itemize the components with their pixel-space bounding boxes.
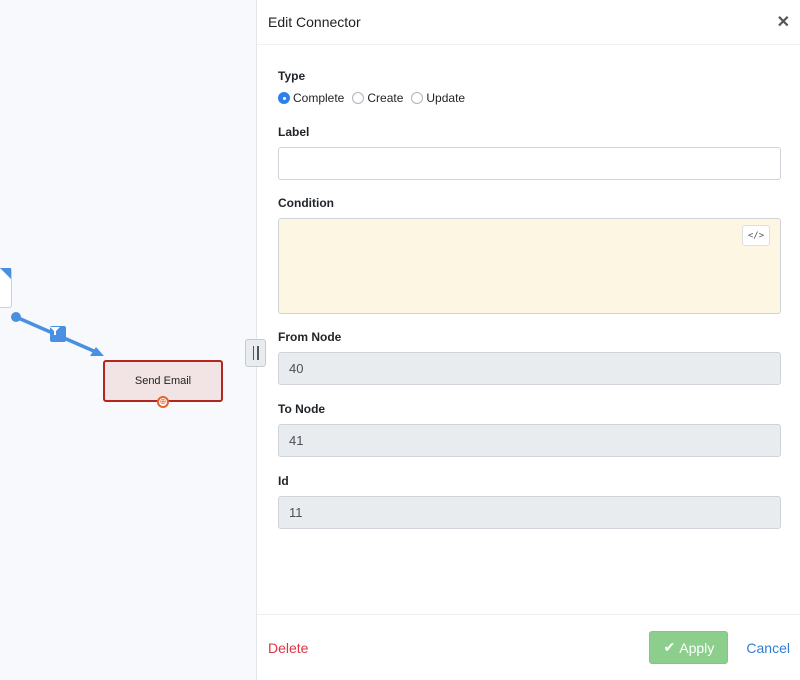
connector-line-svg [11,312,104,356]
boundary-event-icon[interactable]: ⊕ [157,396,169,408]
type-radio-group: Complete Create Update [278,91,780,105]
id-value: 11 [289,505,303,520]
to-node-value: 41 [289,433,304,448]
radio-checked-icon[interactable] [278,92,290,104]
type-radio-create[interactable]: Create [352,91,403,105]
type-radio-update[interactable]: Update [411,91,465,105]
code-icon[interactable]: </> [742,225,770,246]
from-node-label: From Node [278,330,342,344]
type-radio-complete-label: Complete [293,91,345,105]
apply-button[interactable]: ✔ Apply [649,631,729,664]
type-radio-complete[interactable]: Complete [278,91,344,105]
type-radio-create-label: Create [367,91,404,105]
panel-title: Edit Connector [268,14,361,30]
condition-label: Condition [278,196,334,210]
connector-start-point[interactable] [11,312,21,322]
type-label: Type [278,69,306,83]
radio-unchecked-icon[interactable] [411,92,424,104]
from-node-field: 40 [278,352,781,385]
previous-node-marker [0,268,11,279]
to-node-field: 41 [278,424,781,457]
id-label: Id [278,474,289,488]
check-icon: ✔ [663,639,676,655]
cancel-button[interactable]: Cancel [746,640,790,656]
close-icon[interactable]: ✕ [777,12,790,32]
radio-unchecked-icon[interactable] [352,92,365,104]
type-radio-update-label: Update [426,91,466,105]
label-input[interactable] [278,147,781,180]
footer-actions: ✔ Apply Cancel [649,631,790,664]
panel-resize-handle[interactable] [245,339,266,367]
to-node-label: To Node [278,402,326,416]
condition-editor[interactable]: </> [278,218,781,314]
id-field: 11 [278,496,781,529]
task-node-label: Send Email [134,375,192,387]
funnel-icon[interactable] [50,326,66,342]
panel-body: Type Complete Create Update Label Condit… [257,45,800,529]
diagram-canvas[interactable]: Send Email ⊕ [0,0,256,680]
panel-header: Edit Connector ✕ [257,0,800,45]
edit-connector-panel: Edit Connector ✕ Type Complete Create Up… [256,0,800,680]
label-field-label: Label [278,125,310,139]
from-node-value: 40 [289,361,304,376]
panel-footer: Delete ✔ Apply Cancel [257,614,800,680]
apply-button-label: Apply [679,639,715,656]
delete-button[interactable]: Delete [268,640,308,656]
